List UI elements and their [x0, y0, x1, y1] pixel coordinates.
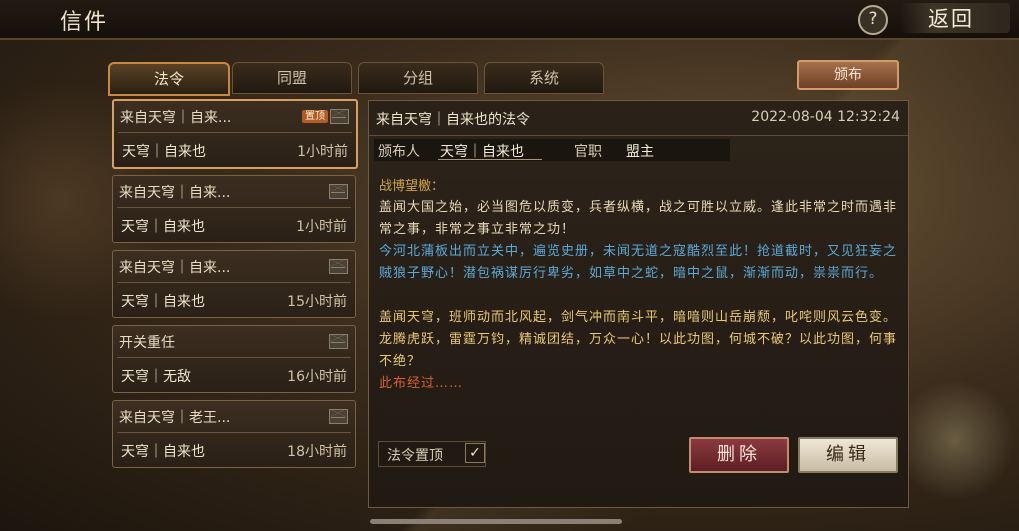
pin-checkbox[interactable]: ✓ — [465, 443, 485, 463]
mail-body[interactable]: 战博望檄： 盖闻大国之始，必当图危以质变，兵者纵横，战之可胜以立威。逢此非常之时… — [374, 171, 899, 389]
mail-from: 天穹｜自来也 — [121, 444, 205, 460]
help-icon[interactable]: ? — [858, 5, 888, 35]
mail-sender: 来自天穹｜自来... — [120, 110, 232, 126]
list-item[interactable]: 来自天穹｜自来... 天穹｜自来也 1小时前 — [112, 175, 356, 243]
position-value: 盟主 — [626, 144, 654, 160]
detail-title: 来自天穹｜自来也的法令 — [376, 112, 530, 128]
divider — [118, 132, 352, 133]
position-label: 官职 — [574, 144, 602, 160]
mail-time: 1小时前 — [297, 144, 348, 160]
mail-sender: 来自天穹｜自来... — [119, 185, 231, 201]
back-button[interactable]: 返回 — [928, 3, 974, 33]
tab-system[interactable]: 系统 — [484, 62, 604, 94]
tab-alliance[interactable]: 同盟 — [232, 62, 352, 94]
tab-group[interactable]: 分组 — [358, 62, 478, 94]
envelope-icon — [330, 109, 349, 124]
mail-from: 天穹｜自来也 — [122, 144, 206, 160]
envelope-icon — [329, 409, 348, 424]
mail-from: 天穹｜无敌 — [121, 369, 191, 385]
mail-sender: 来自天穹｜老王... — [119, 410, 231, 426]
list-item[interactable]: 来自天穹｜自来... 天穹｜自来也 15小时前 — [112, 250, 356, 318]
mail-paragraph: 此布经过…… — [379, 376, 464, 389]
mail-from: 天穹｜自来也 — [121, 294, 205, 310]
delete-button[interactable]: 删除 — [689, 437, 789, 473]
envelope-icon — [329, 334, 348, 349]
envelope-icon — [329, 184, 348, 199]
detail-meta: 颁布人 天穹｜自来也 官职 盟主 — [374, 139, 730, 161]
envelope-icon — [329, 259, 348, 274]
mail-from: 天穹｜自来也 — [121, 219, 205, 235]
page-title: 信件 — [60, 10, 109, 35]
mail-time: 15小时前 — [287, 294, 347, 310]
mail-paragraph: 盖闻天穹，班师动而北风起，剑气冲而南斗平，暗喑则山岳崩颓，叱咤则风云色变。龙腾虎… — [379, 310, 898, 369]
top-bar: 信件 ? 返回 — [0, 0, 1019, 40]
list-item[interactable]: 来自天穹｜老王... 天穹｜自来也 18小时前 — [112, 400, 356, 468]
divider — [117, 207, 351, 208]
mail-time: 18小时前 — [287, 444, 347, 460]
list-item[interactable]: 开关重任 天穹｜无敌 16小时前 — [112, 325, 356, 393]
detail-datetime: 2022-08-04 12:32:24 — [751, 109, 900, 125]
publisher-label: 颁布人 — [378, 144, 420, 160]
publisher-name: 天穹｜自来也 — [440, 144, 524, 160]
home-indicator[interactable] — [370, 519, 622, 524]
publish-button[interactable]: 颁布 — [797, 60, 899, 90]
mail-greeting: 战博望檄： — [379, 179, 445, 194]
mail-paragraph: 今河北蒲板出而立关中，遍览史册，未闻无道之寇酷烈至此！抢道截时，又见狂妄之贼狼子… — [379, 244, 898, 281]
mail-sender: 开关重任 — [119, 335, 175, 351]
divider — [117, 357, 351, 358]
mail-paragraph: 盖闻大国之始，必当图危以质变，兵者纵横，战之可胜以立威。逢此非常之时而遇非常之事… — [379, 200, 898, 237]
mail-time: 16小时前 — [287, 369, 347, 385]
tab-decree[interactable]: 法令 — [108, 62, 230, 96]
divider — [117, 432, 351, 433]
mail-time: 1小时前 — [296, 219, 347, 235]
divider — [117, 282, 351, 283]
detail-header: 来自天穹｜自来也的法令 2022-08-04 12:32:24 — [369, 101, 908, 136]
edit-button[interactable]: 编辑 — [798, 437, 898, 473]
pinned-badge: 置顶 — [302, 110, 328, 123]
publisher-underline — [438, 159, 542, 160]
mail-sender: 来自天穹｜自来... — [119, 260, 231, 276]
pin-decree-label: 法令置顶 — [387, 448, 443, 464]
list-item[interactable]: 来自天穹｜自来... 置顶 天穹｜自来也 1小时前 — [112, 99, 358, 169]
